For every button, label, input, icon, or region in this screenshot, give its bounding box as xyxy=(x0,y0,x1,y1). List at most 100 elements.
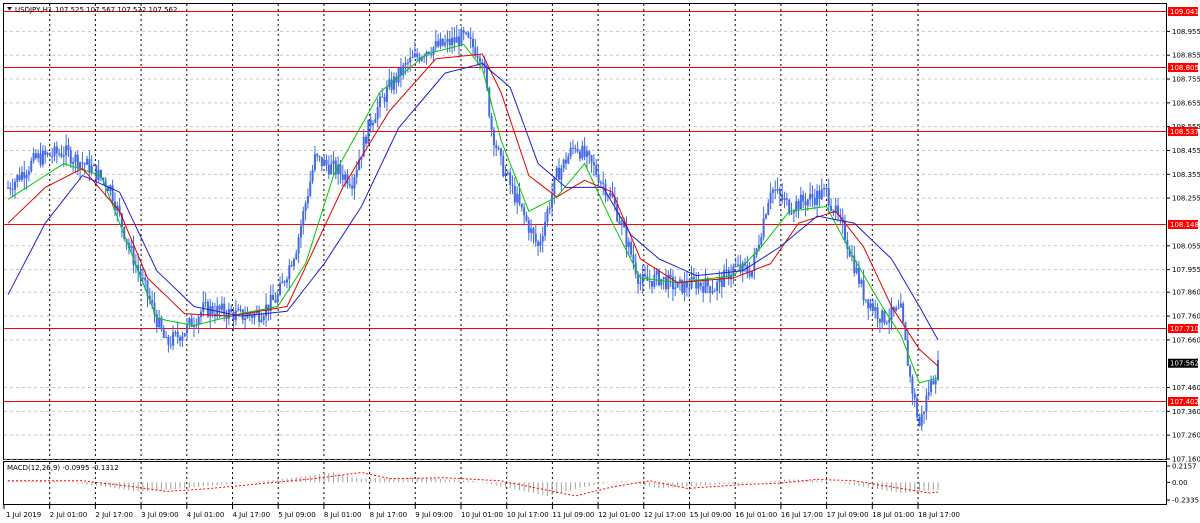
candle-body xyxy=(437,41,440,47)
candle-body xyxy=(797,201,800,210)
candle-body xyxy=(288,265,291,280)
candle-body xyxy=(655,270,658,275)
candle-body xyxy=(176,332,179,338)
candle-body xyxy=(455,36,458,43)
candle-body xyxy=(390,79,393,90)
candle-body xyxy=(397,67,400,83)
candle-body xyxy=(448,38,451,46)
candle-body xyxy=(260,319,263,323)
candle-body xyxy=(530,228,533,233)
time-tick-label: 16 Jul 01:00 xyxy=(735,511,777,519)
time-tick-label: 12 Jul 01:00 xyxy=(598,511,640,519)
candle-body xyxy=(30,160,33,172)
candle-body xyxy=(711,291,714,293)
candle-body xyxy=(897,307,900,309)
candle-body xyxy=(520,203,523,208)
candle-body xyxy=(86,158,89,165)
main-pane xyxy=(3,3,1167,460)
candle-body xyxy=(881,310,884,323)
candle-body xyxy=(890,306,893,320)
candle-body xyxy=(537,241,540,246)
candle-body xyxy=(925,395,928,412)
candle-body xyxy=(367,119,370,144)
candle-body xyxy=(904,322,907,340)
time-tick-label: 8 Jul 01:00 xyxy=(324,511,362,519)
candle-body xyxy=(713,290,716,292)
candle-body xyxy=(532,228,535,234)
candle-body xyxy=(83,163,86,165)
candle-body xyxy=(406,62,409,64)
level-label: 108.148 xyxy=(1170,221,1199,229)
candle-body xyxy=(441,38,444,46)
candle-body xyxy=(332,160,335,164)
candle-body xyxy=(320,156,323,167)
time-tick-label: 18 Jul 01:00 xyxy=(872,511,914,519)
price-tick-label: 108.855 xyxy=(1172,52,1200,60)
candle-body xyxy=(167,336,170,345)
candle-body xyxy=(764,214,767,219)
level-label: 107.710 xyxy=(1170,325,1199,333)
candle-body xyxy=(746,265,749,273)
candle-body xyxy=(934,379,937,385)
candle-body xyxy=(355,169,358,178)
candle-body xyxy=(823,188,826,190)
candle-body xyxy=(297,237,300,254)
macd-tick-label: 0.00 xyxy=(1172,479,1188,487)
candle-body xyxy=(662,277,665,279)
candle-body xyxy=(732,266,735,275)
candle-body xyxy=(313,154,316,170)
candle-body xyxy=(523,207,526,216)
candle-body xyxy=(806,199,809,206)
candle-body xyxy=(518,193,521,204)
candle-body xyxy=(916,398,919,417)
dropdown-triangle-icon[interactable] xyxy=(7,7,12,11)
candle-body xyxy=(274,300,277,303)
candle-body xyxy=(81,162,84,164)
candle-body xyxy=(290,265,293,267)
candle-body xyxy=(372,122,375,126)
candle-body xyxy=(181,336,184,341)
time-tick-label: 3 Jul 09:00 xyxy=(141,511,179,519)
candle-body xyxy=(341,174,344,180)
candle-body xyxy=(44,150,47,155)
candle-body xyxy=(409,57,412,63)
candle-body xyxy=(539,241,542,246)
candle-body xyxy=(597,174,600,183)
candle-body xyxy=(55,146,58,154)
time-tick-label: 2 Jul 01:00 xyxy=(50,511,88,519)
candle-body xyxy=(795,201,798,212)
time-tick-label: 4 Jul 17:00 xyxy=(233,511,271,519)
candle-body xyxy=(716,282,719,291)
candle-body xyxy=(276,294,279,303)
candle-body xyxy=(762,218,765,238)
candle-body xyxy=(820,189,823,200)
candle-body xyxy=(379,96,381,108)
candle-body xyxy=(774,189,777,191)
candle-body xyxy=(885,322,888,324)
candle-body xyxy=(669,274,672,278)
candle-body xyxy=(462,30,465,33)
price-tick-label: 107.955 xyxy=(1172,266,1200,274)
time-tick-label: 8 Jul 17:00 xyxy=(370,511,408,519)
candle-body xyxy=(53,146,56,157)
candle-body xyxy=(218,305,221,310)
price-tick-label: 108.655 xyxy=(1172,99,1200,107)
grid xyxy=(4,4,1166,504)
candle-body xyxy=(369,119,372,126)
candle-body xyxy=(895,307,898,311)
candle-body xyxy=(69,150,72,164)
candle-body xyxy=(585,151,588,157)
candle-body xyxy=(718,277,721,283)
candle-body xyxy=(174,332,177,334)
candle-body xyxy=(639,283,642,285)
candle-body xyxy=(644,274,647,277)
candle-body xyxy=(911,376,914,394)
time-axis: 1 Jul 2019 2 Jul 01:00 2 Jul 17:00 3 Jul 09… xyxy=(3,505,960,519)
candle-body xyxy=(583,145,586,157)
candle-body xyxy=(658,270,660,286)
current-price-label: 107.562 xyxy=(1170,360,1199,368)
candle-body xyxy=(699,282,702,287)
price-tick-label: 107.860 xyxy=(1172,289,1200,297)
candle-body xyxy=(251,315,254,318)
candle-body xyxy=(706,278,709,287)
